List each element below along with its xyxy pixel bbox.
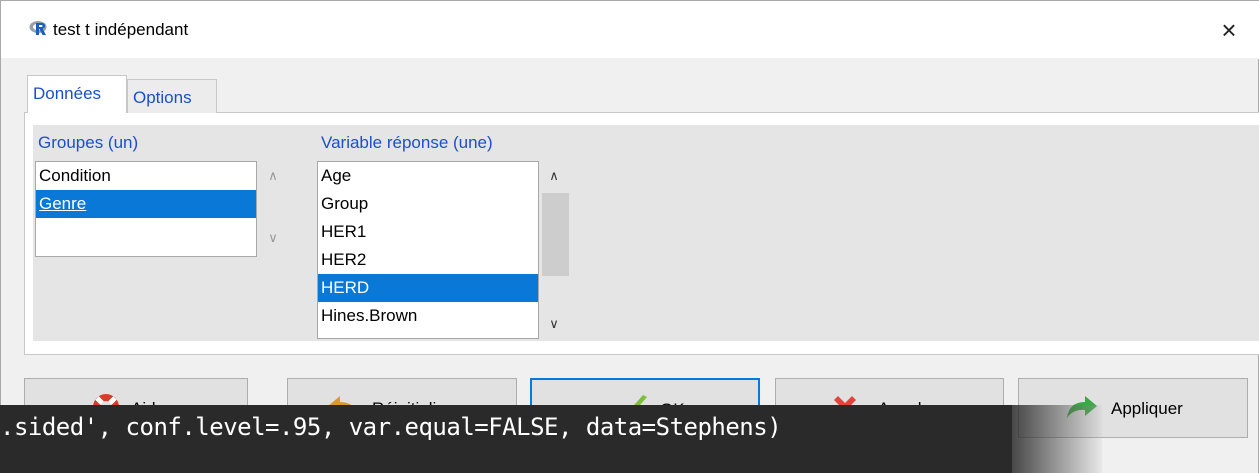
response-label: Variable réponse (une) bbox=[321, 133, 493, 152]
list-item-age[interactable]: Age bbox=[318, 162, 538, 190]
groups-label: Groupes (un) bbox=[38, 133, 139, 152]
console-fade bbox=[1012, 405, 1102, 473]
console-text: .sided', conf.level=.95, var.equal=FALSE… bbox=[0, 413, 782, 441]
tab-options[interactable]: Options bbox=[127, 79, 217, 113]
list-item-hines-brown[interactable]: Hines.Brown bbox=[318, 302, 538, 330]
groups-listbox[interactable]: Condition Genre bbox=[35, 161, 257, 257]
response-scrollbar-thumb[interactable] bbox=[542, 193, 569, 276]
console-output: .sided', conf.level=.95, var.equal=FALSE… bbox=[0, 405, 1012, 473]
title-bar: test t indépendant × bbox=[1, 1, 1259, 59]
list-item-her2[interactable]: HER2 bbox=[318, 246, 538, 274]
list-item-condition[interactable]: Condition bbox=[36, 162, 256, 190]
response-listbox[interactable]: Age Group HER1 HER2 HERD Hines.Brown bbox=[317, 161, 539, 339]
list-item-her1[interactable]: HER1 bbox=[318, 218, 538, 246]
window-title: test t indépendant bbox=[53, 20, 189, 39]
r-logo-icon bbox=[29, 21, 47, 35]
response-scroll-up-icon[interactable]: ∧ bbox=[546, 168, 562, 184]
apply-button-label: Appliquer bbox=[1111, 399, 1183, 418]
groups-scroll-up-icon[interactable]: ∧ bbox=[265, 168, 281, 184]
list-item-herd[interactable]: HERD bbox=[318, 274, 538, 302]
close-button[interactable]: × bbox=[1211, 13, 1247, 47]
list-item-group[interactable]: Group bbox=[318, 190, 538, 218]
list-item-genre[interactable]: Genre bbox=[36, 190, 256, 218]
response-scroll-down-icon[interactable]: ∨ bbox=[546, 316, 562, 332]
tab-donnees[interactable]: Données bbox=[27, 75, 127, 113]
groups-scroll-down-icon[interactable]: ∨ bbox=[265, 230, 281, 246]
